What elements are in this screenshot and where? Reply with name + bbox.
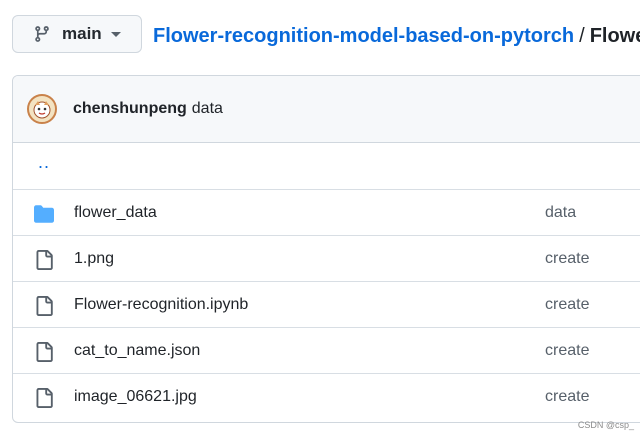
file-row[interactable]: cat_to_name.json create (13, 328, 640, 374)
file-name-link[interactable]: flower_data (74, 204, 157, 222)
parent-directory-row[interactable]: .. (13, 143, 640, 190)
file-icon (36, 342, 53, 362)
file-commit-message[interactable]: create (545, 388, 589, 406)
folder-icon (34, 205, 54, 223)
file-commit-message[interactable]: create (545, 250, 589, 268)
breadcrumb-repo-link[interactable]: Flower-recognition-model-based-on-pytorc… (153, 25, 574, 47)
file-commit-message[interactable]: create (545, 342, 589, 360)
file-name-link[interactable]: Flower-recognition.ipynb (74, 296, 248, 314)
watermark: CSDN @csp_ (577, 420, 634, 430)
commit-author-link[interactable]: chenshunpeng (73, 100, 187, 118)
chevron-down-icon (110, 31, 121, 37)
file-commit-message[interactable]: create (545, 296, 589, 314)
file-name-link[interactable]: image_06621.jpg (74, 388, 197, 406)
breadcrumb-current: Flower (589, 25, 640, 47)
git-branch-icon (35, 26, 49, 42)
file-row[interactable]: 1.png create (13, 236, 640, 282)
branch-name: main (62, 24, 102, 43)
avatar-image (33, 101, 51, 119)
file-commit-message[interactable]: data (545, 204, 576, 222)
breadcrumb-separator: / (579, 25, 585, 47)
avatar[interactable] (27, 94, 57, 124)
parent-directory-link[interactable]: .. (38, 152, 50, 173)
file-icon (36, 296, 53, 316)
file-list-box: chenshunpeng data .. flower_data data 1.… (12, 75, 640, 423)
file-icon (36, 250, 53, 270)
commit-message-link[interactable]: data (192, 100, 223, 118)
file-icon (36, 388, 53, 408)
file-row[interactable]: Flower-recognition.ipynb create (13, 282, 640, 328)
file-row[interactable]: image_06621.jpg create (13, 374, 640, 420)
branch-select-button[interactable]: main (12, 15, 142, 53)
file-name-link[interactable]: 1.png (74, 250, 114, 268)
latest-commit-header: chenshunpeng data (13, 76, 640, 143)
file-name-link[interactable]: cat_to_name.json (74, 342, 200, 360)
file-row[interactable]: flower_data data (13, 190, 640, 236)
breadcrumb: Flower-recognition-model-based-on-pytorc… (153, 24, 640, 48)
